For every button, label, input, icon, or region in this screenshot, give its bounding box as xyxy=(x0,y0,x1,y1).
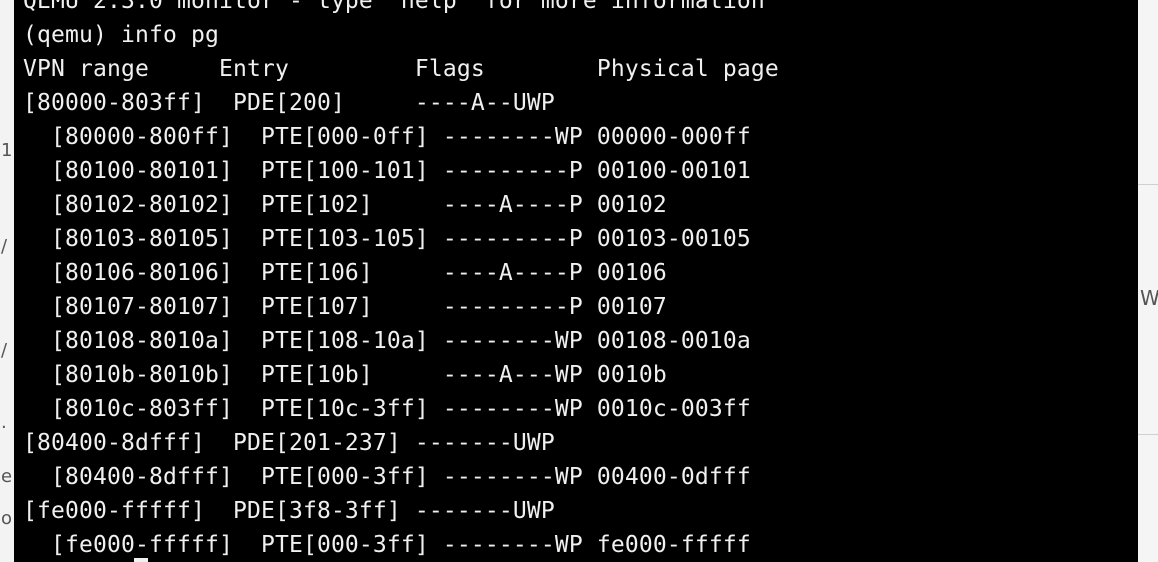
terminal-banner-line: QEMU 2.3.0 monitor - type 'help' for mor… xyxy=(23,0,765,14)
desktop: 1( / / . e o QEMU 2.3.0 monitor - type '… xyxy=(0,0,1158,562)
terminal-pte-row: [80108-8010a] PTE[108-10a] --------WP 00… xyxy=(23,328,751,354)
terminal-pte-row: [8010c-803ff] PTE[10c-3ff] --------WP 00… xyxy=(23,396,751,422)
background-text-fragment: / xyxy=(1,340,8,361)
background-text-fragment: 1( xyxy=(1,140,14,161)
terminal-pte-row: [80106-80106] PTE[106] ----A----P 00106 xyxy=(23,260,667,286)
background-text-fragment: / xyxy=(1,236,8,257)
background-text-fragment: . xyxy=(1,412,7,433)
terminal-table-header: VPN range Entry Flags Physical page xyxy=(23,56,779,82)
terminal-pte-row: [80102-80102] PTE[102] ----A----P 00102 xyxy=(23,192,667,218)
terminal-pte-row: [fe000-fffff] PTE[000-3ff] --------WP fe… xyxy=(23,532,751,558)
terminal-pte-row: [80100-80101] PTE[100-101] ---------P 00… xyxy=(23,158,751,184)
terminal-window[interactable]: QEMU 2.3.0 monitor - type 'help' for mor… xyxy=(14,0,1138,562)
terminal-pde-row: [fe000-fffff] PDE[3f8-3ff] -------UWP xyxy=(23,498,555,524)
terminal-cursor xyxy=(134,558,148,562)
terminal-pde-row: [80000-803ff] PDE[200] ----A--UWP xyxy=(23,90,555,116)
background-window-left[interactable]: 1( / / . e o xyxy=(0,0,15,562)
terminal-command-line: (qemu) info pg xyxy=(23,22,219,48)
background-text-fragment: o xyxy=(1,508,13,529)
background-window-right[interactable]: W xyxy=(1138,0,1158,562)
terminal-pte-row: [80107-80107] PTE[107] ---------P 00107 xyxy=(23,294,667,320)
terminal-pte-row: [80400-8dfff] PTE[000-3ff] --------WP 00… xyxy=(23,464,751,490)
background-text-fragment: e xyxy=(1,466,13,487)
terminal-output[interactable]: QEMU 2.3.0 monitor - type 'help' for mor… xyxy=(23,0,779,562)
terminal-pte-row: [80103-80105] PTE[103-105] ---------P 00… xyxy=(23,226,751,252)
terminal-pte-row: [8010b-8010b] PTE[10b] ----A---WP 0010b xyxy=(23,362,667,388)
terminal-pde-row: [80400-8dfff] PDE[201-237] -------UWP xyxy=(23,430,555,456)
terminal-pte-row: [80000-800ff] PTE[000-0ff] --------WP 00… xyxy=(23,124,751,150)
background-divider xyxy=(1138,184,1158,185)
background-text-fragment: W xyxy=(1140,286,1158,310)
background-divider xyxy=(1138,434,1158,435)
